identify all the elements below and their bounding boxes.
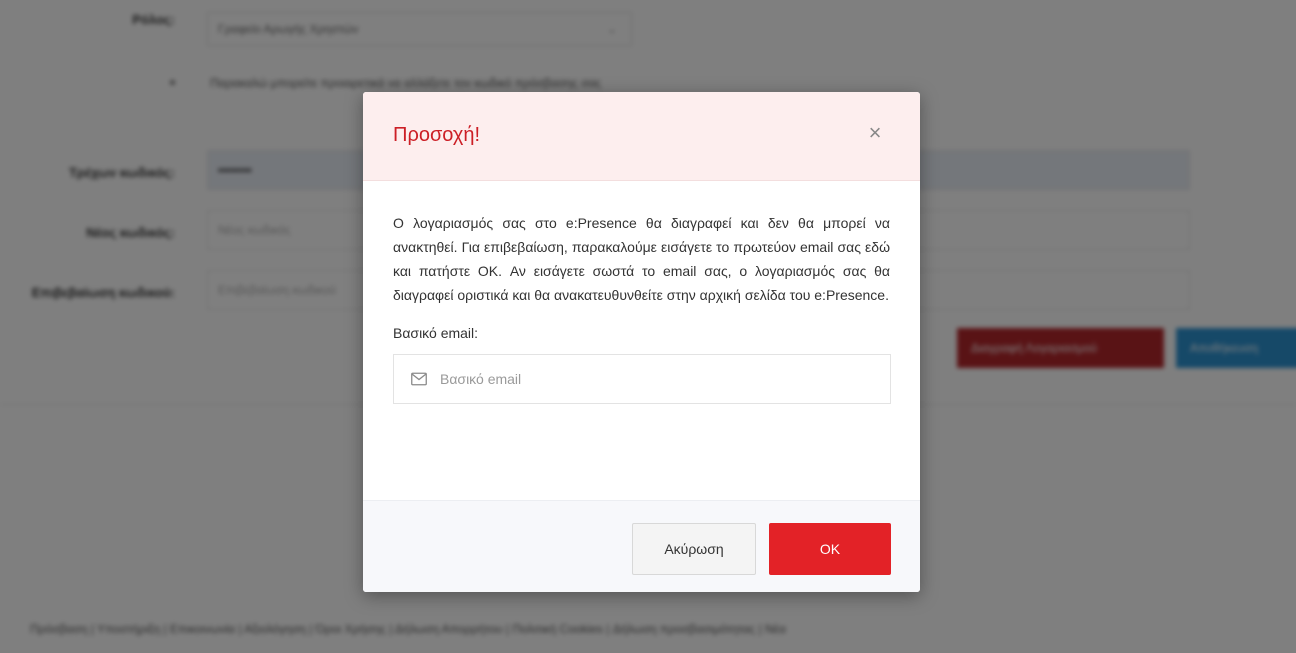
dialog-footer: Ακύρωση OK bbox=[363, 500, 920, 592]
email-input[interactable] bbox=[440, 365, 870, 393]
delete-account-dialog: Προσοχή! × Ο λογαριασμός σας στο e:Prese… bbox=[363, 92, 920, 592]
page-stage: Ρόλος: Γραφείο Αρωγής Χρηστών ⌄ Παρακαλώ… bbox=[0, 0, 1296, 653]
dialog-header: Προσοχή! × bbox=[363, 92, 920, 181]
dialog-title: Προσοχή! bbox=[393, 124, 481, 146]
close-icon[interactable]: × bbox=[864, 122, 886, 144]
dialog-message: Ο λογαριασμός σας στο e:Presence θα διαγ… bbox=[393, 215, 890, 303]
email-field[interactable] bbox=[393, 354, 891, 404]
cancel-button[interactable]: Ακύρωση bbox=[632, 523, 756, 575]
envelope-icon bbox=[411, 372, 427, 386]
dialog-body: Ο λογαριασμός σας στο e:Presence θα διαγ… bbox=[363, 181, 920, 404]
ok-button[interactable]: OK bbox=[769, 523, 891, 575]
email-label: Βασικό email: bbox=[393, 325, 479, 341]
